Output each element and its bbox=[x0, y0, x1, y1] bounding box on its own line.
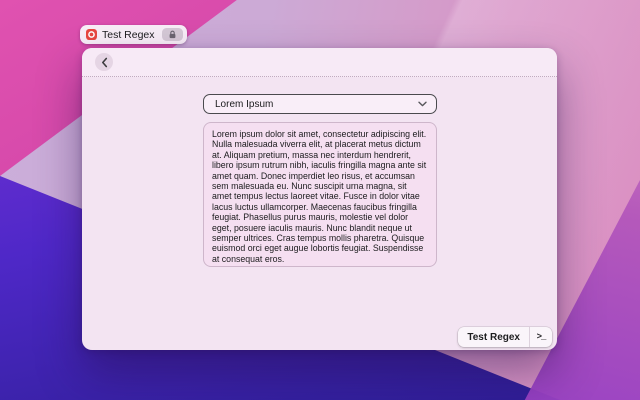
test-regex-run-button[interactable]: Test Regex bbox=[458, 327, 530, 347]
terminal-icon: >_ bbox=[537, 332, 546, 342]
lock-badge bbox=[162, 28, 183, 42]
lorem-dropdown[interactable]: Lorem Ipsum bbox=[203, 94, 437, 114]
back-button[interactable] bbox=[95, 53, 113, 71]
tab-title: Test Regex bbox=[102, 29, 155, 41]
window-content: Lorem Ipsum Lorem ipsum dolor sit amet, … bbox=[82, 76, 557, 350]
chevron-down-icon bbox=[418, 101, 427, 107]
shortcut-tab[interactable]: Test Regex bbox=[80, 25, 187, 44]
chevron-left-icon bbox=[101, 57, 108, 68]
test-regex-split-button: Test Regex >_ bbox=[458, 327, 552, 347]
window-toolbar bbox=[82, 48, 557, 77]
lock-icon bbox=[168, 30, 177, 39]
lorem-textarea[interactable]: Lorem ipsum dolor sit amet, consectetur … bbox=[203, 122, 437, 267]
desktop: Test Regex Lorem Ipsum Lorem ips bbox=[0, 0, 640, 400]
dropdown-value: Lorem Ipsum bbox=[215, 99, 273, 110]
shortcut-window: Lorem Ipsum Lorem ipsum dolor sit amet, … bbox=[82, 48, 557, 350]
record-dot-icon bbox=[86, 29, 97, 40]
terminal-icon-button[interactable]: >_ bbox=[530, 327, 552, 347]
